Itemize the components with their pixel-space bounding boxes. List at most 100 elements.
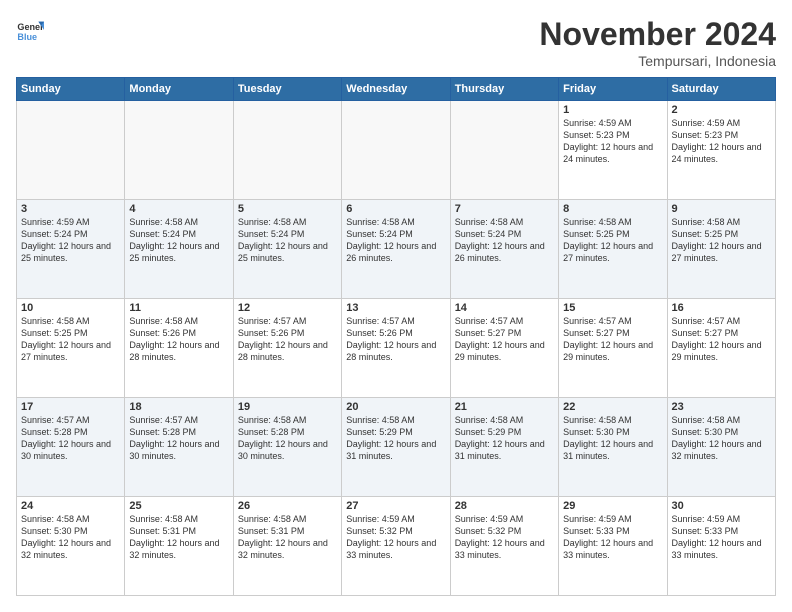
day-info: Sunrise: 4:57 AM Sunset: 5:26 PM Dayligh… (346, 315, 445, 364)
day-cell: 13Sunrise: 4:57 AM Sunset: 5:26 PM Dayli… (342, 299, 450, 398)
day-number: 5 (238, 203, 337, 215)
day-cell: 6Sunrise: 4:58 AM Sunset: 5:24 PM Daylig… (342, 200, 450, 299)
location: Tempursari, Indonesia (539, 53, 776, 69)
day-cell: 29Sunrise: 4:59 AM Sunset: 5:33 PM Dayli… (559, 497, 667, 596)
day-cell: 10Sunrise: 4:58 AM Sunset: 5:25 PM Dayli… (17, 299, 125, 398)
day-info: Sunrise: 4:58 AM Sunset: 5:24 PM Dayligh… (455, 216, 554, 265)
day-cell (342, 101, 450, 200)
day-cell: 1Sunrise: 4:59 AM Sunset: 5:23 PM Daylig… (559, 101, 667, 200)
day-cell: 30Sunrise: 4:59 AM Sunset: 5:33 PM Dayli… (667, 497, 775, 596)
week-row-3: 17Sunrise: 4:57 AM Sunset: 5:28 PM Dayli… (17, 398, 776, 497)
day-info: Sunrise: 4:59 AM Sunset: 5:32 PM Dayligh… (346, 513, 445, 562)
day-number: 18 (129, 401, 228, 413)
day-number: 8 (563, 203, 662, 215)
day-number: 25 (129, 500, 228, 512)
day-cell: 24Sunrise: 4:58 AM Sunset: 5:30 PM Dayli… (17, 497, 125, 596)
day-info: Sunrise: 4:59 AM Sunset: 5:32 PM Dayligh… (455, 513, 554, 562)
day-number: 27 (346, 500, 445, 512)
day-cell (17, 101, 125, 200)
day-number: 22 (563, 401, 662, 413)
day-number: 1 (563, 104, 662, 116)
calendar: SundayMondayTuesdayWednesdayThursdayFrid… (16, 77, 776, 596)
day-number: 29 (563, 500, 662, 512)
day-number: 9 (672, 203, 771, 215)
day-info: Sunrise: 4:58 AM Sunset: 5:24 PM Dayligh… (238, 216, 337, 265)
logo-icon: General Blue (16, 16, 44, 44)
day-cell: 23Sunrise: 4:58 AM Sunset: 5:30 PM Dayli… (667, 398, 775, 497)
day-number: 19 (238, 401, 337, 413)
day-cell (450, 101, 558, 200)
day-info: Sunrise: 4:57 AM Sunset: 5:26 PM Dayligh… (238, 315, 337, 364)
title-area: November 2024 Tempursari, Indonesia (539, 16, 776, 69)
week-row-4: 24Sunrise: 4:58 AM Sunset: 5:30 PM Dayli… (17, 497, 776, 596)
header-cell-friday: Friday (559, 78, 667, 101)
day-cell: 14Sunrise: 4:57 AM Sunset: 5:27 PM Dayli… (450, 299, 558, 398)
day-number: 26 (238, 500, 337, 512)
day-info: Sunrise: 4:58 AM Sunset: 5:28 PM Dayligh… (238, 414, 337, 463)
week-row-0: 1Sunrise: 4:59 AM Sunset: 5:23 PM Daylig… (17, 101, 776, 200)
header-cell-wednesday: Wednesday (342, 78, 450, 101)
day-cell: 9Sunrise: 4:58 AM Sunset: 5:25 PM Daylig… (667, 200, 775, 299)
week-row-1: 3Sunrise: 4:59 AM Sunset: 5:24 PM Daylig… (17, 200, 776, 299)
day-cell: 5Sunrise: 4:58 AM Sunset: 5:24 PM Daylig… (233, 200, 341, 299)
day-cell: 8Sunrise: 4:58 AM Sunset: 5:25 PM Daylig… (559, 200, 667, 299)
day-number: 17 (21, 401, 120, 413)
day-cell: 17Sunrise: 4:57 AM Sunset: 5:28 PM Dayli… (17, 398, 125, 497)
day-info: Sunrise: 4:59 AM Sunset: 5:23 PM Dayligh… (563, 117, 662, 166)
day-number: 21 (455, 401, 554, 413)
day-info: Sunrise: 4:58 AM Sunset: 5:31 PM Dayligh… (129, 513, 228, 562)
day-cell: 19Sunrise: 4:58 AM Sunset: 5:28 PM Dayli… (233, 398, 341, 497)
day-cell: 7Sunrise: 4:58 AM Sunset: 5:24 PM Daylig… (450, 200, 558, 299)
day-info: Sunrise: 4:57 AM Sunset: 5:27 PM Dayligh… (672, 315, 771, 364)
day-info: Sunrise: 4:59 AM Sunset: 5:23 PM Dayligh… (672, 117, 771, 166)
day-info: Sunrise: 4:59 AM Sunset: 5:33 PM Dayligh… (672, 513, 771, 562)
day-cell: 25Sunrise: 4:58 AM Sunset: 5:31 PM Dayli… (125, 497, 233, 596)
day-number: 28 (455, 500, 554, 512)
day-cell: 4Sunrise: 4:58 AM Sunset: 5:24 PM Daylig… (125, 200, 233, 299)
day-number: 24 (21, 500, 120, 512)
day-cell: 16Sunrise: 4:57 AM Sunset: 5:27 PM Dayli… (667, 299, 775, 398)
header-cell-sunday: Sunday (17, 78, 125, 101)
day-cell: 11Sunrise: 4:58 AM Sunset: 5:26 PM Dayli… (125, 299, 233, 398)
day-cell: 2Sunrise: 4:59 AM Sunset: 5:23 PM Daylig… (667, 101, 775, 200)
header-cell-thursday: Thursday (450, 78, 558, 101)
day-info: Sunrise: 4:58 AM Sunset: 5:30 PM Dayligh… (21, 513, 120, 562)
day-number: 6 (346, 203, 445, 215)
day-info: Sunrise: 4:58 AM Sunset: 5:24 PM Dayligh… (346, 216, 445, 265)
header-row: SundayMondayTuesdayWednesdayThursdayFrid… (17, 78, 776, 101)
month-title: November 2024 (539, 16, 776, 53)
day-cell: 26Sunrise: 4:58 AM Sunset: 5:31 PM Dayli… (233, 497, 341, 596)
day-number: 15 (563, 302, 662, 314)
svg-text:Blue: Blue (17, 32, 37, 42)
day-number: 4 (129, 203, 228, 215)
day-cell (125, 101, 233, 200)
page: General Blue November 2024 Tempursari, I… (0, 0, 792, 612)
day-info: Sunrise: 4:58 AM Sunset: 5:31 PM Dayligh… (238, 513, 337, 562)
day-number: 13 (346, 302, 445, 314)
day-number: 20 (346, 401, 445, 413)
day-number: 11 (129, 302, 228, 314)
day-cell: 22Sunrise: 4:58 AM Sunset: 5:30 PM Dayli… (559, 398, 667, 497)
day-number: 3 (21, 203, 120, 215)
day-info: Sunrise: 4:59 AM Sunset: 5:33 PM Dayligh… (563, 513, 662, 562)
day-cell: 20Sunrise: 4:58 AM Sunset: 5:29 PM Dayli… (342, 398, 450, 497)
day-info: Sunrise: 4:57 AM Sunset: 5:27 PM Dayligh… (563, 315, 662, 364)
day-number: 2 (672, 104, 771, 116)
day-cell: 12Sunrise: 4:57 AM Sunset: 5:26 PM Dayli… (233, 299, 341, 398)
day-info: Sunrise: 4:58 AM Sunset: 5:29 PM Dayligh… (346, 414, 445, 463)
day-number: 14 (455, 302, 554, 314)
day-info: Sunrise: 4:57 AM Sunset: 5:27 PM Dayligh… (455, 315, 554, 364)
day-info: Sunrise: 4:59 AM Sunset: 5:24 PM Dayligh… (21, 216, 120, 265)
day-cell: 28Sunrise: 4:59 AM Sunset: 5:32 PM Dayli… (450, 497, 558, 596)
day-info: Sunrise: 4:57 AM Sunset: 5:28 PM Dayligh… (129, 414, 228, 463)
day-cell: 3Sunrise: 4:59 AM Sunset: 5:24 PM Daylig… (17, 200, 125, 299)
day-info: Sunrise: 4:58 AM Sunset: 5:24 PM Dayligh… (129, 216, 228, 265)
day-info: Sunrise: 4:57 AM Sunset: 5:28 PM Dayligh… (21, 414, 120, 463)
day-info: Sunrise: 4:58 AM Sunset: 5:26 PM Dayligh… (129, 315, 228, 364)
day-cell (233, 101, 341, 200)
day-number: 23 (672, 401, 771, 413)
day-number: 30 (672, 500, 771, 512)
header: General Blue November 2024 Tempursari, I… (16, 16, 776, 69)
day-info: Sunrise: 4:58 AM Sunset: 5:29 PM Dayligh… (455, 414, 554, 463)
week-row-2: 10Sunrise: 4:58 AM Sunset: 5:25 PM Dayli… (17, 299, 776, 398)
